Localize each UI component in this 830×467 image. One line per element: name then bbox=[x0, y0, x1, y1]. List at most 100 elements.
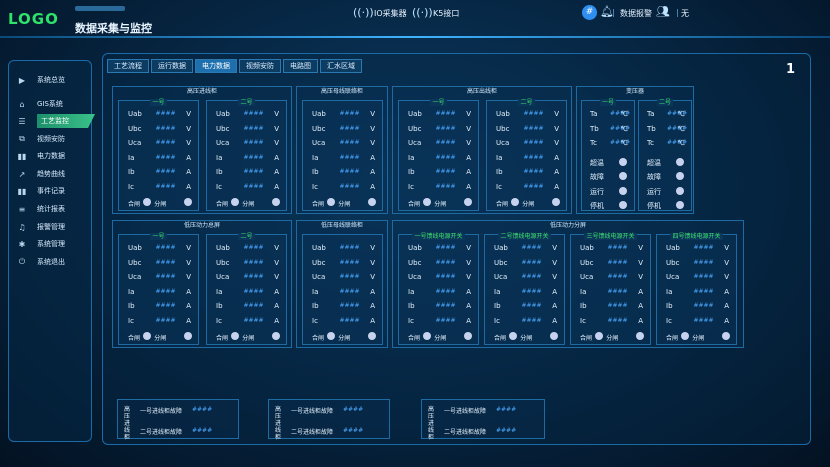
sidebar-item-9[interactable]: ✱ 系统管理 bbox=[15, 237, 65, 251]
reading-key: Ic bbox=[216, 182, 222, 191]
sidebar-item-label: 报警管理 bbox=[37, 223, 65, 231]
reading-key: Uab bbox=[494, 244, 508, 252]
reading-row: Uab #### V bbox=[303, 244, 382, 254]
open-indicator bbox=[552, 198, 560, 206]
user-status: 无 bbox=[681, 9, 689, 18]
reading-unit: A bbox=[370, 153, 375, 162]
reading-value: #### bbox=[339, 258, 360, 266]
reading-unit: A bbox=[186, 316, 191, 325]
reading-row: Ib #### A bbox=[487, 168, 566, 178]
reading-key: Uca bbox=[128, 139, 142, 147]
sidebar-item-2[interactable]: ☰ bbox=[15, 114, 37, 128]
reading-row: Uab #### V bbox=[399, 244, 478, 254]
open-indicator bbox=[368, 198, 376, 206]
reading-key: Uab bbox=[312, 110, 326, 118]
sidebar-item-1[interactable]: ⌂ GIS系统 bbox=[15, 97, 62, 111]
sidebar-item-8[interactable]: ♫ 报警管理 bbox=[15, 220, 65, 234]
status-flag-label: 运行 bbox=[590, 187, 604, 196]
reading-row: Ib #### A bbox=[119, 168, 198, 178]
reading-row: Ic #### A bbox=[119, 183, 198, 193]
reading-key: Ia bbox=[408, 287, 415, 296]
sidebar-item-5[interactable]: ↗ 趋势曲线 bbox=[15, 167, 65, 181]
reading-unit: V bbox=[274, 273, 279, 281]
reading-unit: V bbox=[466, 258, 471, 267]
switch-state: 合闸 分闸 bbox=[207, 332, 286, 343]
reading-value: #### bbox=[435, 316, 456, 324]
reading-key: Uab bbox=[666, 244, 680, 252]
reading-key: Ib bbox=[496, 168, 503, 176]
temp-unit: ℃ bbox=[620, 110, 628, 118]
bar-chart-icon: ▮▮ bbox=[17, 186, 27, 196]
tab-0[interactable]: 工艺流程 bbox=[107, 59, 149, 73]
reading-key: Ib bbox=[312, 302, 319, 310]
temp-row: Ta #### ℃ bbox=[639, 110, 691, 120]
cabinet-feeder-3: 三号馈线电源开关 Uab #### V Ubc #### V Uca #### V Ia #### A I… bbox=[570, 233, 651, 345]
sidebar-item-6[interactable]: ▮▮ 事件记录 bbox=[15, 184, 65, 198]
reading-value: #### bbox=[155, 139, 176, 146]
reading-unit: A bbox=[274, 182, 279, 191]
reading-unit: A bbox=[466, 302, 471, 310]
reading-row: Ia #### A bbox=[119, 154, 198, 164]
tab-4[interactable]: 电路图 bbox=[283, 59, 318, 73]
reading-row: Ic #### A bbox=[303, 317, 382, 327]
sidebar-item-label: 统计报表 bbox=[37, 205, 65, 213]
reading-key: Uca bbox=[312, 139, 326, 147]
reading-unit: A bbox=[186, 302, 191, 310]
hash-button[interactable]: # bbox=[582, 5, 597, 20]
reading-unit: V bbox=[638, 244, 643, 252]
reading-key: Ubc bbox=[312, 124, 326, 133]
reading-key: Uab bbox=[216, 110, 230, 118]
open-indicator bbox=[184, 198, 192, 206]
sidebar-item-4[interactable]: ▮▮ 电力数据 bbox=[15, 149, 65, 163]
signal-icon: ((·)) bbox=[412, 6, 433, 19]
reading-row: Uab #### V bbox=[119, 244, 198, 254]
reading-key: Ia bbox=[408, 153, 415, 162]
reading-row: Ib #### A bbox=[303, 168, 382, 178]
cabinet-title: 二号馈线电源开关 bbox=[498, 233, 551, 240]
users-icon[interactable]: 👥︎ bbox=[656, 5, 670, 18]
sidebar-item-10[interactable]: ⏻ 系统退出 bbox=[15, 255, 65, 269]
reading-row: Uab #### V bbox=[399, 110, 478, 120]
tab-3[interactable]: 视频安防 bbox=[239, 59, 281, 73]
reading-value: #### bbox=[155, 287, 176, 295]
status-indicator bbox=[676, 201, 684, 209]
sidebar-item-3[interactable]: ⧉ 视频安防 bbox=[15, 132, 65, 146]
temp-row: Tc #### ℃ bbox=[639, 139, 691, 149]
tab-5[interactable]: 汇水区域 bbox=[320, 59, 362, 73]
tab-1[interactable]: 运行数据 bbox=[151, 59, 193, 73]
cabinet-feeder-2: 二号馈线电源开关 Uab #### V Ubc #### V Uca #### V Ia #### A I… bbox=[484, 233, 565, 345]
reading-row: Ic #### A bbox=[657, 317, 736, 327]
sidebar-item-0[interactable]: ▶ 系统总览 bbox=[15, 73, 65, 87]
reading-unit: V bbox=[274, 244, 279, 252]
tab-2[interactable]: 电力数据 bbox=[195, 59, 237, 73]
status-flag-label: 故障 bbox=[590, 173, 604, 181]
cabinet-1: 一号 Uab #### V Ubc #### V Uca #### V Ia #### A Ib #### A… bbox=[398, 99, 479, 211]
reading-unit: A bbox=[370, 287, 375, 296]
status-flag-row: 故障 bbox=[639, 172, 691, 182]
close-indicator bbox=[595, 332, 604, 340]
reading-key: Ic bbox=[580, 316, 586, 325]
reading-value: #### bbox=[339, 302, 360, 309]
reading-row: Uca #### V bbox=[207, 273, 286, 283]
reading-value: #### bbox=[243, 273, 264, 280]
reading-unit: A bbox=[466, 287, 471, 296]
group-title: 高压母线联络柜 bbox=[320, 88, 363, 95]
k5-interface-label[interactable]: K5接口 bbox=[433, 8, 459, 19]
reading-unit: A bbox=[552, 302, 557, 310]
reading-value: #### bbox=[155, 302, 176, 309]
temp-unit: ℃ bbox=[677, 110, 685, 118]
reading-key: Uca bbox=[216, 273, 230, 281]
sidebar-item-7[interactable]: ≡ 统计报表 bbox=[15, 202, 65, 216]
reading-unit: V bbox=[724, 244, 729, 252]
close-label: 合闸 bbox=[216, 335, 229, 342]
io-collector-label[interactable]: IO采集器 bbox=[374, 8, 407, 19]
reading-value: #### bbox=[435, 110, 456, 117]
status-indicator bbox=[676, 157, 684, 166]
open-label: 分闸 bbox=[154, 201, 167, 208]
reading-unit: V bbox=[186, 124, 191, 133]
reading-unit: A bbox=[370, 182, 375, 191]
sidebar-item-label: 工艺监控 bbox=[37, 114, 95, 128]
reading-value: #### bbox=[435, 124, 456, 132]
data-alarm-label[interactable]: 数据报警 bbox=[620, 8, 652, 19]
reading-row: Ia #### A bbox=[119, 288, 198, 298]
